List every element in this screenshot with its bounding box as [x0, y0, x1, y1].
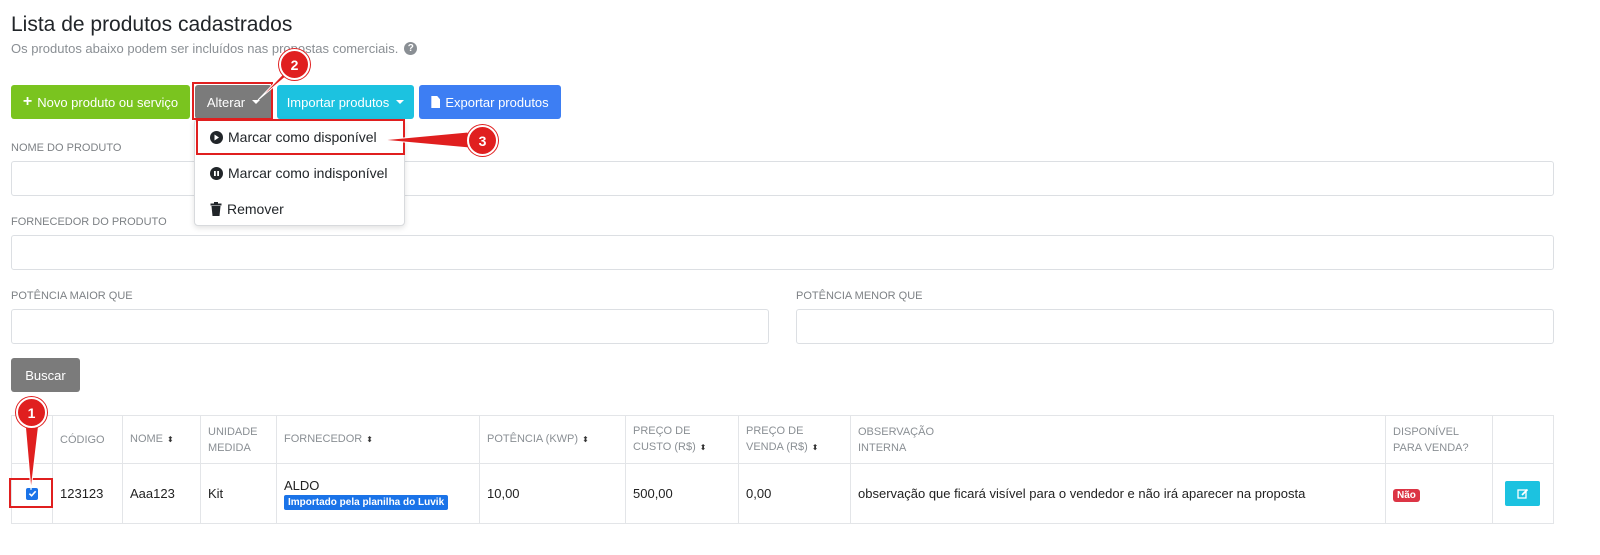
import-label: Importar produtos: [286, 94, 390, 110]
menu-item-remove[interactable]: Remover: [210, 201, 284, 217]
menu-item-label: Remover: [227, 201, 284, 217]
alter-label: Alterar: [206, 94, 246, 110]
new-product-label: Novo produto ou serviço: [37, 94, 179, 110]
header-custo[interactable]: PREÇO DE CUSTO (R$) ⬍: [625, 415, 739, 464]
potencia-maior-input[interactable]: [11, 309, 769, 344]
header-unidade: UNIDADE MEDIDA: [200, 415, 277, 464]
menu-item-mark-unavailable[interactable]: Marcar como indisponível: [210, 165, 388, 181]
cell-nome: Aaa123: [122, 463, 201, 524]
edit-icon: [1516, 488, 1528, 499]
fornecedor-input[interactable]: [11, 235, 1554, 270]
potencia-menor-label: POTÊNCIA MENOR QUE: [796, 290, 923, 302]
page-subtitle: Os produtos abaixo podem ser incluídos n…: [11, 41, 418, 56]
header-nome[interactable]: NOME ⬍: [122, 415, 201, 464]
cell-unidade: Kit: [200, 463, 277, 524]
menu-item-mark-available[interactable]: Marcar como disponível: [210, 129, 377, 145]
new-product-button[interactable]: + Novo produto ou serviço: [11, 85, 190, 119]
caret-down-icon: [396, 100, 405, 104]
cell-venda: 0,00: [738, 463, 851, 524]
cell-disponivel: Não: [1385, 463, 1493, 524]
table-header-row: CÓDIGO NOME ⬍ UNIDADE MEDIDA FORNECEDOR ⬍ P…: [11, 415, 1554, 464]
sort-icon: ⬍: [366, 435, 373, 444]
export-products-button[interactable]: Exportar produtos: [419, 85, 561, 119]
import-products-button[interactable]: Importar produtos: [277, 85, 414, 119]
header-observacao: OBSERVAÇÃO INTERNA: [850, 415, 1386, 464]
sort-icon: ⬍: [811, 443, 819, 452]
cell-observacao: observação que ficará visível para o ven…: [850, 463, 1386, 524]
fornecedor-label: FORNECEDOR DO PRODUTO: [11, 216, 167, 228]
cell-custo: 500,00: [625, 463, 739, 524]
check-icon: [28, 490, 36, 497]
header-fornecedor[interactable]: FORNECEDOR ⬍: [276, 415, 480, 464]
callout-step-3: 3: [467, 125, 498, 156]
callout-step-1: 1: [16, 397, 47, 428]
imported-badge: Importado pela planilha do Luvik: [284, 494, 449, 510]
row-checkbox[interactable]: [26, 487, 38, 500]
callout-step-2: 2: [279, 49, 310, 80]
plus-icon: +: [22, 93, 33, 110]
help-icon[interactable]: ?: [404, 42, 418, 55]
file-export-icon: [431, 96, 441, 108]
header-codigo[interactable]: CÓDIGO: [52, 415, 123, 464]
edit-button[interactable]: [1505, 481, 1540, 506]
sort-icon: ⬍: [582, 435, 589, 444]
header-venda[interactable]: PREÇO DE VENDA (R$) ⬍: [738, 415, 851, 464]
status-badge: Não: [1393, 488, 1420, 502]
alter-dropdown-button[interactable]: Alterar: [195, 85, 272, 119]
pause-icon: [210, 166, 223, 180]
export-label: Exportar produtos: [445, 94, 549, 110]
caret-down-icon: [252, 100, 261, 104]
products-table: CÓDIGO NOME ⬍ UNIDADE MEDIDA FORNECEDOR ⬍ P…: [11, 415, 1554, 524]
potencia-menor-input[interactable]: [796, 309, 1554, 344]
menu-item-label: Marcar como disponível: [228, 129, 377, 145]
alter-dropdown-menu: Marcar como disponível Marcar como indis…: [194, 119, 405, 226]
row-select-cell[interactable]: [11, 463, 53, 524]
menu-item-label: Marcar como indisponível: [228, 165, 388, 181]
header-potencia[interactable]: POTÊNCIA (KWP) ⬍: [479, 415, 626, 464]
cell-fornecedor: ALDO Importado pela planilha do Luvik: [276, 463, 480, 524]
cell-potencia: 10,00: [479, 463, 626, 524]
sort-icon: ⬍: [167, 435, 174, 444]
sort-icon: ⬍: [699, 443, 707, 452]
trash-icon: [210, 202, 222, 216]
potencia-maior-label: POTÊNCIA MAIOR QUE: [11, 290, 133, 302]
header-actions: [1492, 415, 1554, 464]
search-button[interactable]: Buscar: [11, 358, 80, 392]
fornecedor-name: ALDO: [284, 477, 320, 493]
page-title: Lista de produtos cadastrados: [11, 13, 293, 36]
cell-actions: [1492, 463, 1554, 524]
subtitle-text: Os produtos abaixo podem ser incluídos n…: [11, 41, 399, 56]
header-disponivel: DISPONÍVEL PARA VENDA?: [1385, 415, 1493, 464]
play-icon: [210, 130, 223, 144]
cell-codigo: 123123: [52, 463, 123, 524]
nome-label: NOME DO PRODUTO: [11, 142, 122, 154]
table-row: 123123 Aaa123 Kit ALDO Importado pela pl…: [11, 463, 1554, 524]
